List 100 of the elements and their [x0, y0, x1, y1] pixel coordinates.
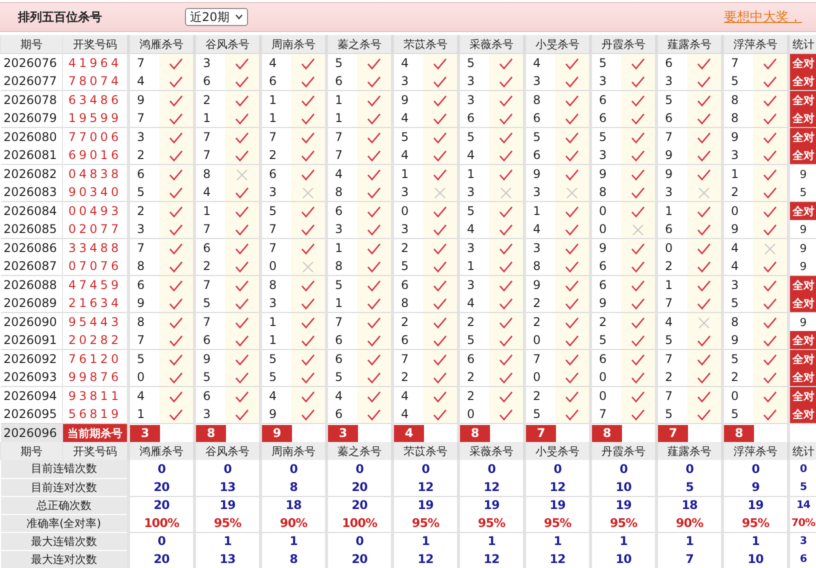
period-cell: 2026095: [0, 405, 62, 424]
draw-number: 99876: [62, 368, 128, 386]
column-header: 丹霞杀号: [590, 35, 656, 54]
summary-value: 0: [326, 460, 392, 478]
summary-value: 0: [524, 460, 590, 478]
draw-number: 78074: [62, 72, 128, 90]
draw-number: 21634: [62, 294, 128, 312]
summary-value: 70%: [788, 514, 816, 532]
summary-value: 1: [458, 532, 524, 550]
period-cell: 2026086: [0, 238, 62, 257]
column-header: 期号: [0, 35, 62, 54]
summary-value: 9: [722, 478, 788, 496]
period-cell: 2026079: [0, 109, 62, 128]
all-correct-badge: 全对: [788, 146, 816, 164]
period-cell: 2026080: [0, 128, 62, 146]
summary-value: 19: [524, 496, 590, 514]
draw-number: 47459: [62, 276, 128, 294]
current-kill-number: 8: [460, 424, 490, 442]
all-correct-badge: 全对: [788, 202, 816, 220]
period-cell: 2026089: [0, 294, 62, 312]
summary-value: 8: [260, 478, 326, 496]
summary-value: 13: [194, 478, 260, 496]
stat-cell: 5: [788, 183, 816, 202]
draw-number: 19599: [62, 109, 128, 128]
current-kill-number: 4: [394, 424, 424, 442]
period-cell: 2026084: [0, 202, 62, 220]
all-correct-badge: 全对: [788, 368, 816, 386]
draw-number: 33488: [62, 238, 128, 257]
summary-value: 100%: [128, 514, 194, 532]
current-kill-label: 当前期杀号: [62, 424, 128, 442]
all-correct-badge: 全对: [788, 90, 816, 109]
summary-label: 准确率(全对率): [0, 514, 128, 532]
stat-cell: 9: [788, 164, 816, 183]
summary-value: 19: [590, 496, 656, 514]
summary-value: 12: [458, 478, 524, 496]
summary-value: 7: [656, 550, 722, 568]
current-kill-number: 8: [196, 424, 226, 442]
draw-number: 69016: [62, 146, 128, 164]
column-header: 开奖号码: [62, 442, 128, 460]
draw-number: 04838: [62, 164, 128, 183]
period-cell: 2026087: [0, 257, 62, 276]
summary-value: 19: [392, 496, 458, 514]
summary-label: 目前连对次数: [0, 478, 128, 496]
current-kill-number: 9: [262, 424, 292, 442]
period-cell: 2026091: [0, 331, 62, 350]
column-header: 浮萍杀号: [722, 442, 788, 460]
all-correct-badge: 全对: [788, 128, 816, 146]
column-header: 鸿雁杀号: [128, 442, 194, 460]
summary-value: 0: [788, 460, 816, 478]
summary-value: 18: [260, 496, 326, 514]
column-header: 周南杀号: [260, 35, 326, 54]
column-header: 小旻杀号: [524, 442, 590, 460]
summary-value: 0: [128, 460, 194, 478]
period-cell: 2026083: [0, 183, 62, 202]
summary-value: 0: [458, 460, 524, 478]
summary-value: 19: [194, 496, 260, 514]
summary-value: 0: [590, 460, 656, 478]
summary-value: 1: [194, 532, 260, 550]
all-correct-badge: 全对: [788, 350, 816, 368]
summary-value: 0: [128, 532, 194, 550]
column-header: 采薇杀号: [458, 35, 524, 54]
range-select[interactable]: 近20期: [185, 8, 248, 26]
summary-value: 1: [590, 532, 656, 550]
all-correct-badge: 全对: [788, 54, 816, 72]
draw-number: 02077: [62, 220, 128, 238]
chevron-icon: [235, 14, 244, 20]
summary-value: 0: [722, 460, 788, 478]
period-cell: 2026076: [0, 54, 62, 72]
draw-number: 07076: [62, 257, 128, 276]
summary-label: 目前连错次数: [0, 460, 128, 478]
all-correct-badge: 全对: [788, 276, 816, 294]
period-cell: 2026090: [0, 312, 62, 331]
column-header: 期号: [0, 442, 62, 460]
column-header: 丹霞杀号: [590, 442, 656, 460]
summary-value: 95%: [524, 514, 590, 532]
current-kill-number: 7: [658, 424, 688, 442]
stat-cell: 9: [788, 312, 816, 331]
period-cell: 2026088: [0, 276, 62, 294]
current-kill-number: 3: [328, 424, 358, 442]
period-cell: 2026081: [0, 146, 62, 164]
summary-value: 20: [128, 550, 194, 568]
summary-value: 5: [788, 478, 816, 496]
draw-number: 00493: [62, 202, 128, 220]
draw-number: 76120: [62, 350, 128, 368]
summary-value: 90%: [260, 514, 326, 532]
summary-value: 3: [788, 532, 816, 550]
column-header: 蓁之杀号: [326, 442, 392, 460]
draw-number: 93811: [62, 386, 128, 405]
summary-value: 20: [326, 478, 392, 496]
draw-number: 95443: [62, 312, 128, 331]
summary-value: 5: [656, 478, 722, 496]
column-header: 采薇杀号: [458, 442, 524, 460]
summary-label: 最大连错次数: [0, 532, 128, 550]
period-cell: 2026092: [0, 350, 62, 368]
all-correct-badge: 全对: [788, 386, 816, 405]
summary-value: 18: [656, 496, 722, 514]
summary-value: 95%: [392, 514, 458, 532]
summary-value: 0: [656, 460, 722, 478]
column-header: 鸿雁杀号: [128, 35, 194, 54]
summary-value: 12: [524, 478, 590, 496]
